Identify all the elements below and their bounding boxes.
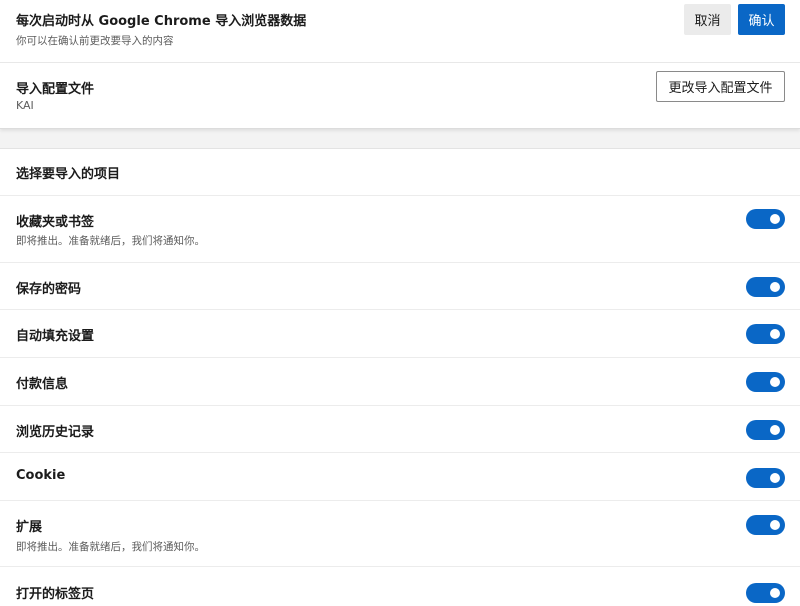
list-item-extensions: 扩展 即将推出。准备就绪后，我们将通知你。 bbox=[0, 501, 800, 567]
list-item-autofill: 自动填充设置 bbox=[0, 310, 800, 358]
list-item-payment: 付款信息 bbox=[0, 358, 800, 406]
toggle-knob bbox=[770, 214, 780, 224]
list-item-favorites: 收藏夹或书签 即将推出。准备就绪后，我们将通知你。 bbox=[0, 196, 800, 263]
cookie-toggle[interactable] bbox=[746, 468, 785, 488]
item-label: 打开的标签页 bbox=[16, 587, 95, 602]
list-item-cookie: Cookie bbox=[0, 453, 800, 501]
payment-toggle[interactable] bbox=[746, 372, 785, 392]
item-label: 付款信息 bbox=[16, 377, 69, 392]
toggle-knob bbox=[770, 282, 780, 292]
toggle-knob bbox=[770, 329, 780, 339]
change-profile-button[interactable]: 更改导入配置文件 bbox=[656, 71, 785, 102]
item-label: 保存的密码 bbox=[16, 282, 82, 297]
list-item-passwords: 保存的密码 bbox=[0, 263, 800, 310]
toggle-knob bbox=[770, 425, 780, 435]
passwords-toggle[interactable] bbox=[746, 277, 785, 297]
list-item-history: 浏览历史记录 bbox=[0, 406, 800, 453]
import-items-card: 选择要导入的项目 收藏夹或书签 即将推出。准备就绪后，我们将通知你。 保存的密码… bbox=[0, 148, 800, 606]
confirm-button[interactable]: 确认 bbox=[738, 4, 785, 35]
section-heading: 选择要导入的项目 bbox=[16, 167, 121, 182]
extensions-toggle[interactable] bbox=[746, 515, 785, 535]
favorites-toggle[interactable] bbox=[746, 209, 785, 229]
item-label: 扩展 bbox=[16, 520, 43, 535]
open-tabs-toggle[interactable] bbox=[746, 583, 785, 603]
history-toggle[interactable] bbox=[746, 420, 785, 440]
autofill-toggle[interactable] bbox=[746, 324, 785, 344]
import-subtitle: 你可以在确认前更改要导入的内容 bbox=[16, 35, 174, 47]
item-label: 浏览历史记录 bbox=[16, 425, 95, 440]
item-note: 即将推出。准备就绪后，我们将通知你。 bbox=[16, 235, 205, 247]
cancel-button[interactable]: 取消 bbox=[684, 4, 731, 35]
section-header: 选择要导入的项目 bbox=[0, 149, 800, 196]
toggle-knob bbox=[770, 473, 780, 483]
list-item-open-tabs: 打开的标签页 bbox=[0, 567, 800, 606]
profile-value: KAI bbox=[16, 99, 34, 112]
toggle-knob bbox=[770, 377, 780, 387]
item-label: 收藏夹或书签 bbox=[16, 215, 95, 230]
toggle-knob bbox=[770, 520, 780, 530]
item-label: Cookie bbox=[16, 468, 66, 483]
import-settings-card: 每次启动时从 Google Chrome 导入浏览器数据 你可以在确认前更改要导… bbox=[0, 0, 800, 129]
toggle-knob bbox=[770, 588, 780, 598]
profile-title: 导入配置文件 bbox=[16, 82, 95, 97]
item-label: 自动填充设置 bbox=[16, 329, 95, 344]
import-title: 每次启动时从 Google Chrome 导入浏览器数据 bbox=[16, 14, 307, 29]
item-note: 即将推出。准备就绪后，我们将通知你。 bbox=[16, 541, 205, 553]
divider bbox=[0, 62, 800, 63]
